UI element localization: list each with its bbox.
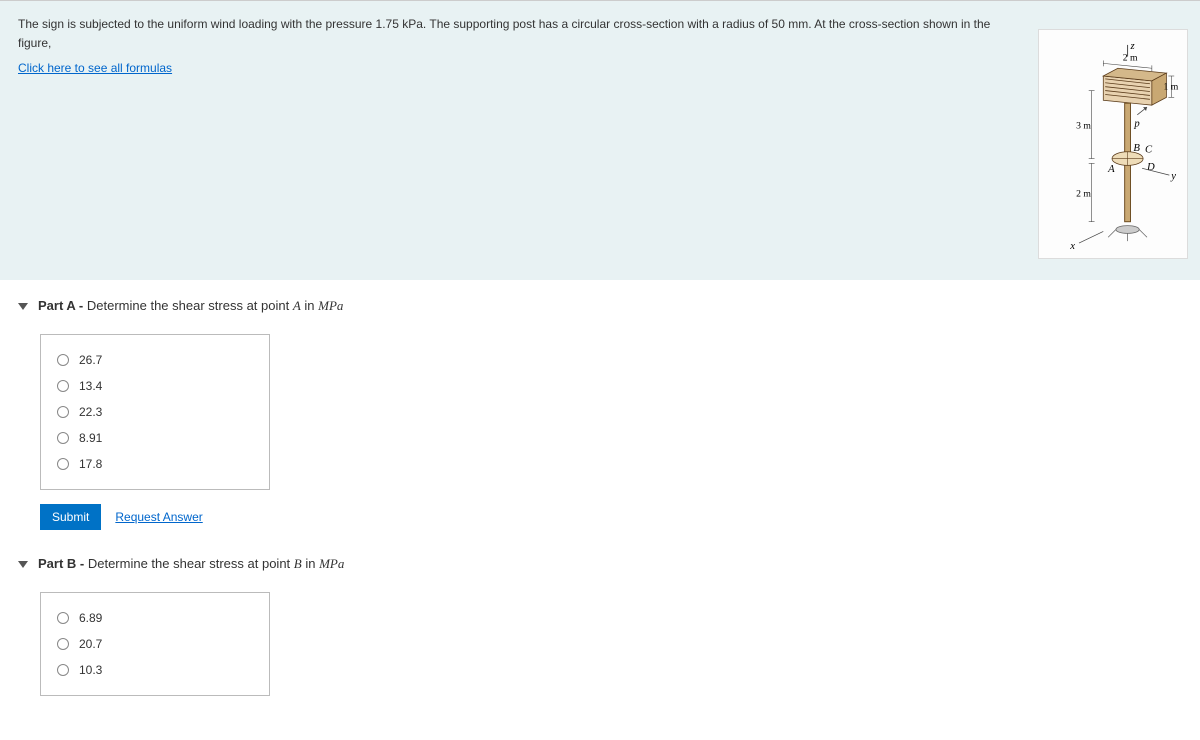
- radio-icon: [57, 432, 69, 444]
- axis-z-label: z: [1129, 40, 1135, 52]
- part-a: Part A - Determine the shear stress at p…: [18, 298, 1182, 530]
- part-label: Part B -: [38, 556, 88, 571]
- radio-icon: [57, 612, 69, 624]
- option-label: 26.7: [79, 353, 102, 367]
- figure-panel: z 2 m 1 m p A B: [1038, 29, 1188, 259]
- part-b-header[interactable]: Part B - Determine the shear stress at p…: [18, 556, 1182, 572]
- option-label: 22.3: [79, 405, 102, 419]
- radio-icon: [57, 638, 69, 650]
- formulas-link[interactable]: Click here to see all formulas: [18, 59, 172, 78]
- part-b-options: 6.89 20.7 10.3: [40, 592, 270, 696]
- part-a-actions: Submit Request Answer: [40, 504, 1182, 530]
- radius-units: mm.: [785, 17, 814, 31]
- figure-svg: z 2 m 1 m p A B: [1045, 36, 1181, 252]
- option-label: 8.91: [79, 431, 102, 445]
- option-row[interactable]: 20.7: [57, 631, 253, 657]
- axis-y-label: y: [1170, 170, 1176, 182]
- axis-x-label: x: [1069, 240, 1075, 252]
- part-a-title: Part A - Determine the shear stress at p…: [38, 298, 343, 314]
- radio-icon: [57, 406, 69, 418]
- option-label: 10.3: [79, 663, 102, 677]
- option-label: 17.8: [79, 457, 102, 471]
- option-row[interactable]: 13.4: [57, 373, 253, 399]
- caret-down-icon: [18, 561, 28, 568]
- unit-prefix: in: [301, 298, 318, 313]
- option-row[interactable]: 17.8: [57, 451, 253, 477]
- text-segment: The supporting post has a circular cross…: [429, 17, 771, 31]
- option-label: 20.7: [79, 637, 102, 651]
- part-a-header[interactable]: Part A - Determine the shear stress at p…: [18, 298, 1182, 314]
- part-desc: Determine the shear stress at point: [88, 556, 294, 571]
- point-B-label: B: [1133, 142, 1140, 154]
- part-a-options: 26.7 13.4 22.3 8.91 17.8: [40, 334, 270, 490]
- text-segment: The sign is subjected to the uniform win…: [18, 17, 376, 31]
- option-row[interactable]: 8.91: [57, 425, 253, 451]
- part-unit: MPa: [318, 298, 343, 313]
- part-unit: MPa: [319, 556, 344, 571]
- radio-icon: [57, 380, 69, 392]
- dim-3m: 3 m: [1076, 120, 1091, 131]
- unit-prefix: in: [302, 556, 319, 571]
- request-answer-link[interactable]: Request Answer: [115, 510, 202, 524]
- option-row[interactable]: 6.89: [57, 605, 253, 631]
- option-row[interactable]: 26.7: [57, 347, 253, 373]
- part-b-title: Part B - Determine the shear stress at p…: [38, 556, 344, 572]
- option-label: 13.4: [79, 379, 102, 393]
- radio-icon: [57, 458, 69, 470]
- problem-text: The sign is subjected to the uniform win…: [18, 15, 1018, 79]
- caret-down-icon: [18, 303, 28, 310]
- dim-2m-bot: 2 m: [1076, 188, 1091, 199]
- radio-icon: [57, 664, 69, 676]
- option-label: 6.89: [79, 611, 102, 625]
- part-label: Part A -: [38, 298, 87, 313]
- pressure-label: p: [1133, 118, 1140, 130]
- problem-statement-panel: The sign is subjected to the uniform win…: [0, 0, 1200, 280]
- parts-area: Part A - Determine the shear stress at p…: [0, 280, 1200, 740]
- radius-value: 50: [772, 17, 785, 31]
- submit-button[interactable]: Submit: [40, 504, 101, 530]
- part-point: B: [294, 556, 302, 571]
- pressure-value: 1.75: [376, 17, 399, 31]
- option-row[interactable]: 10.3: [57, 657, 253, 683]
- option-row[interactable]: 22.3: [57, 399, 253, 425]
- radio-icon: [57, 354, 69, 366]
- part-desc: Determine the shear stress at point: [87, 298, 293, 313]
- dim-2m-top: 2 m: [1123, 52, 1138, 63]
- part-point: A: [293, 298, 301, 313]
- point-A-label: A: [1107, 163, 1115, 175]
- pressure-units: kPa.: [399, 17, 429, 31]
- point-C-label: C: [1145, 144, 1153, 156]
- part-b: Part B - Determine the shear stress at p…: [18, 556, 1182, 696]
- dim-1m: 1 m: [1164, 82, 1179, 93]
